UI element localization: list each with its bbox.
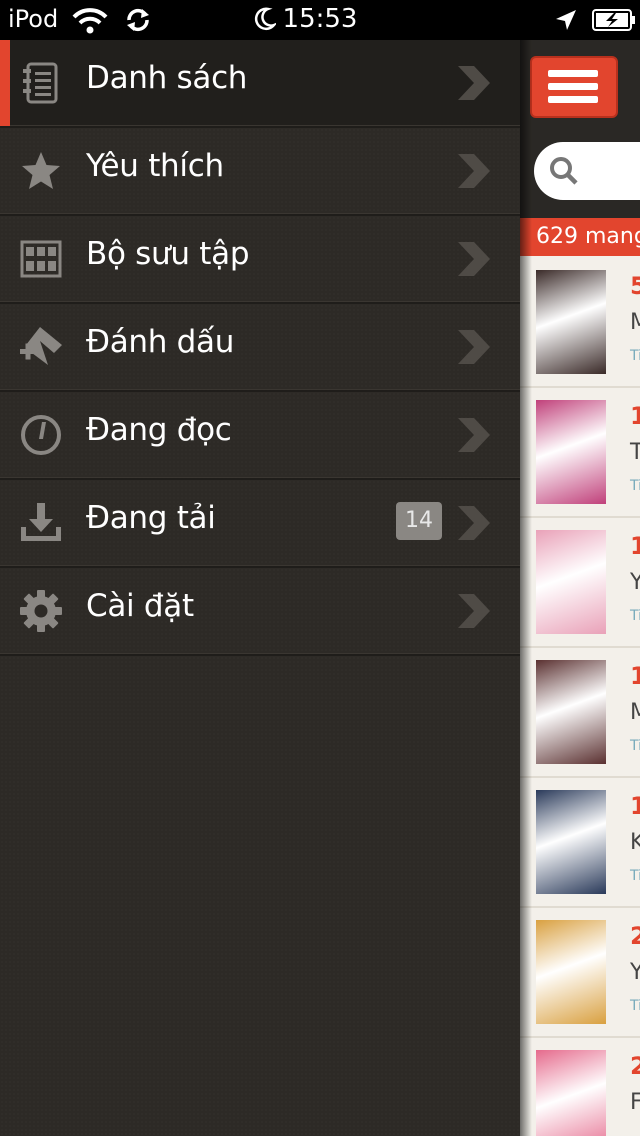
top-bar	[520, 40, 640, 218]
manga-rank: 2	[630, 922, 640, 950]
manga-title: M	[630, 700, 640, 725]
manga-rank: 2	[630, 1052, 640, 1080]
chevron-right-icon	[458, 242, 490, 276]
manga-rank: 5	[630, 272, 640, 300]
download-icon	[21, 503, 61, 541]
menu-item-danh-sach[interactable]: Danh sách	[0, 40, 520, 128]
manga-list-screen: 629 mang 5MTi1TTi1YTi1MTi1KTi2YTi2F	[520, 40, 640, 1136]
search-input[interactable]	[534, 142, 640, 200]
manga-subtitle: Ti	[630, 868, 640, 884]
menu-item-label: Danh sách	[86, 60, 248, 96]
manga-list-row[interactable]: 5 M Ti	[520, 258, 640, 388]
manga-subtitle: Ti	[630, 478, 640, 494]
chevron-right-icon	[458, 418, 490, 452]
menu-item-dang-tai[interactable]: Đang tải 14	[0, 480, 520, 568]
location-icon	[556, 10, 576, 30]
manga-count-bar: 629 mang	[520, 218, 640, 256]
manga-rank: 1	[630, 792, 640, 820]
gear-icon	[20, 590, 62, 632]
chevron-right-icon	[458, 330, 490, 364]
side-drawer: Danh sách Yêu thích Bộ sưu tập Đánh dấu	[0, 40, 520, 1136]
collection-grid-icon	[20, 240, 62, 278]
hamburger-line	[548, 83, 598, 90]
menu-item-dang-doc[interactable]: Đang đọc	[0, 392, 520, 480]
bookmark-icon	[20, 327, 62, 365]
manga-cover	[536, 1050, 606, 1136]
manga-rank: 1	[630, 662, 640, 690]
manga-rank: 1	[630, 532, 640, 560]
manga-list-row[interactable]: 2 Y Ti	[520, 908, 640, 1038]
hamburger-line	[548, 96, 598, 103]
menu-item-label: Đánh dấu	[86, 324, 235, 360]
menu-item-label: Bộ sưu tập	[86, 236, 250, 272]
chevron-right-icon	[458, 154, 490, 188]
menu-item-label: Cài đặt	[86, 588, 194, 624]
manga-title: M	[630, 310, 640, 335]
download-count-badge: 14	[396, 502, 442, 540]
status-bar: iPod 15:53	[0, 0, 640, 40]
manga-cover	[536, 920, 606, 1024]
menu-item-yeu-thich[interactable]: Yêu thích	[0, 128, 520, 216]
manga-title: Y	[630, 960, 640, 985]
menu-item-cai-dat[interactable]: Cài đặt	[0, 568, 520, 656]
chevron-right-icon	[458, 506, 490, 540]
manga-cover	[536, 530, 606, 634]
manga-title: Y	[630, 570, 640, 595]
manga-subtitle: Ti	[630, 348, 640, 364]
manga-cover	[536, 270, 606, 374]
manga-title: K	[630, 830, 640, 855]
menu-item-label: Đang tải	[86, 500, 216, 536]
manga-list-row[interactable]: 1 M Ti	[520, 648, 640, 778]
battery-icon	[592, 9, 635, 31]
manga-list-row[interactable]: 1 T Ti	[520, 388, 640, 518]
manga-title: F	[630, 1090, 640, 1115]
menu-item-label: Yêu thích	[86, 148, 224, 184]
menu-item-bo-suu-tap[interactable]: Bộ sưu tập	[0, 216, 520, 304]
chevron-right-icon	[458, 594, 490, 628]
manga-title: T	[630, 440, 640, 465]
manga-subtitle: Ti	[630, 738, 640, 754]
active-indicator	[0, 40, 10, 126]
manga-cover	[536, 790, 606, 894]
drawer-shadow	[520, 40, 532, 1136]
manga-cover	[536, 400, 606, 504]
manga-rank: 1	[630, 402, 640, 430]
manga-cover	[536, 660, 606, 764]
hamburger-line	[548, 70, 598, 77]
manga-list-row[interactable]: 2F	[520, 1038, 640, 1136]
list-icon	[23, 62, 58, 104]
manga-list-row[interactable]: 1 Y Ti	[520, 518, 640, 648]
star-icon	[22, 152, 60, 189]
chevron-right-icon	[458, 66, 490, 100]
manga-subtitle: Ti	[630, 608, 640, 624]
manga-subtitle: Ti	[630, 998, 640, 1014]
reading-gauge-icon	[21, 415, 61, 455]
menu-item-danh-dau[interactable]: Đánh dấu	[0, 304, 520, 392]
search-icon	[550, 157, 578, 185]
menu-toggle-button[interactable]	[530, 56, 618, 118]
clock: 15:53	[282, 4, 358, 34]
menu-item-label: Đang đọc	[86, 412, 232, 448]
manga-list-row[interactable]: 1 K Ti	[520, 778, 640, 908]
